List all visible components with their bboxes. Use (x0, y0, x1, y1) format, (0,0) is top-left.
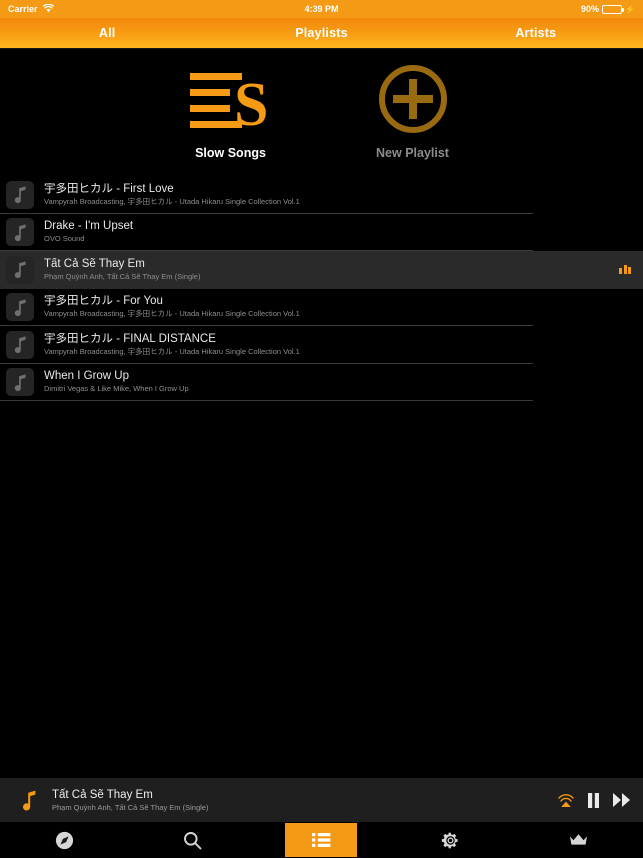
now-playing-controls (558, 792, 631, 808)
track-meta: 宇多田ヒカル - For You Vampyrah Broadcasting, … (44, 295, 643, 319)
svg-text:S: S (234, 71, 268, 133)
status-bar: Carrier 4:39 PM 90% ⚡ (0, 0, 643, 18)
row-separator (0, 400, 533, 401)
pause-button[interactable] (587, 792, 600, 808)
album-art-thumbnail (6, 293, 34, 322)
tab-search[interactable] (129, 822, 258, 858)
track-subtitle: OVO Sound (44, 234, 85, 244)
track-meta: Drake - I'm Upset OVO Sound (44, 220, 643, 244)
track-meta: When I Grow Up Dimitri Vegas & Like Mike… (44, 370, 643, 394)
track-title: When I Grow Up (44, 370, 129, 383)
album-art-thumbnail (6, 255, 34, 284)
fast-forward-button[interactable] (613, 793, 631, 807)
playlist-label: New Playlist (376, 146, 449, 160)
table-row[interactable]: 宇多田ヒカル - First Love Vampyrah Broadcastin… (0, 176, 643, 214)
track-title: 宇多田ヒカル - FINAL DISTANCE (44, 332, 216, 345)
music-app-screen: Carrier 4:39 PM 90% ⚡ All Playlists Arti… (0, 0, 643, 858)
playlist-item-new-playlist[interactable]: New Playlist (343, 60, 483, 160)
tab-library[interactable] (257, 822, 386, 858)
table-row[interactable]: When I Grow Up Dimitri Vegas & Like Mike… (0, 364, 643, 401)
track-meta: 宇多田ヒカル - First Love Vampyrah Broadcastin… (44, 183, 643, 207)
airplay-icon[interactable] (558, 792, 574, 808)
album-art-thumbnail (6, 330, 34, 359)
now-playing-subtitle: Phạm Quỳnh Anh, Tất Cả Sẽ Thay Em (Singl… (52, 802, 209, 812)
music-note-icon (14, 790, 44, 811)
track-title: Tất Cả Sẽ Thay Em (44, 257, 145, 270)
status-bar-right: 90% ⚡ (581, 4, 635, 14)
now-playing-bar[interactable]: Tất Cả Sẽ Thay Em Phạm Quỳnh Anh, Tất Cả… (0, 777, 643, 822)
lightning-bolt-icon: ⚡ (625, 4, 635, 14)
playlist-grid: S Slow Songs New Playlist (0, 60, 643, 160)
table-row[interactable]: 宇多田ヒカル - For You Vampyrah Broadcasting, … (0, 289, 643, 326)
now-playing-title: Tất Cả Sẽ Thay Em (52, 788, 153, 801)
track-subtitle: Phạm Quỳnh Anh, Tất Cả Sẽ Thay Em (Singl… (44, 271, 201, 281)
list-icon (285, 823, 358, 857)
battery-percent-label: 90% (581, 4, 600, 14)
table-row[interactable]: Tất Cả Sẽ Thay Em Phạm Quỳnh Anh, Tất Cả… (0, 251, 643, 289)
plus-circle-icon (367, 60, 459, 138)
tab-settings[interactable] (386, 822, 515, 858)
album-art-thumbnail (6, 180, 34, 209)
playlist-lines-s-icon: S (185, 60, 277, 138)
segment-all[interactable]: All (0, 26, 214, 40)
track-subtitle: Vampyrah Broadcasting, 宇多田ヒカル - Utada Hi… (44, 346, 300, 356)
album-art-thumbnail (6, 368, 34, 397)
table-row[interactable]: Drake - I'm Upset OVO Sound (0, 214, 643, 251)
album-art-thumbnail (6, 218, 34, 247)
track-subtitle: Vampyrah Broadcasting, 宇多田ヒカル - Utada Hi… (44, 309, 300, 319)
track-list: 宇多田ヒカル - First Love Vampyrah Broadcastin… (0, 176, 643, 401)
status-bar-time: 4:39 PM (304, 4, 339, 14)
search-icon (157, 823, 229, 857)
segment-artists[interactable]: Artists (429, 26, 643, 40)
now-playing-equalizer-icon (619, 265, 631, 275)
table-row[interactable]: 宇多田ヒカル - FINAL DISTANCE Vampyrah Broadca… (0, 326, 643, 364)
tab-explore[interactable] (0, 822, 129, 858)
track-title: 宇多田ヒカル - First Love (44, 182, 174, 195)
crown-icon (543, 823, 615, 857)
playlist-item-slow-songs[interactable]: S Slow Songs (161, 60, 301, 160)
track-meta: Tất Cả Sẽ Thay Em Phạm Quỳnh Anh, Tất Cả… (44, 258, 619, 282)
compass-icon (28, 823, 100, 857)
gear-icon (414, 823, 486, 857)
segmented-header: All Playlists Artists (0, 18, 643, 49)
battery-icon (602, 4, 625, 14)
playlist-label: Slow Songs (195, 146, 266, 160)
segment-playlists[interactable]: Playlists (214, 26, 428, 40)
track-meta: 宇多田ヒカル - FINAL DISTANCE Vampyrah Broadca… (44, 333, 643, 357)
bottom-tab-bar (0, 822, 643, 858)
track-subtitle: Vampyrah Broadcasting, 宇多田ヒカル - Utada Hi… (44, 196, 300, 206)
now-playing-meta: Tất Cả Sẽ Thay Em Phạm Quỳnh Anh, Tất Cả… (52, 788, 558, 813)
tab-premium[interactable] (514, 822, 643, 858)
track-title: Drake - I'm Upset (44, 220, 134, 233)
track-subtitle: Dimitri Vegas & Like Mike, When I Grow U… (44, 384, 189, 394)
track-title: 宇多田ヒカル - For You (44, 295, 163, 308)
